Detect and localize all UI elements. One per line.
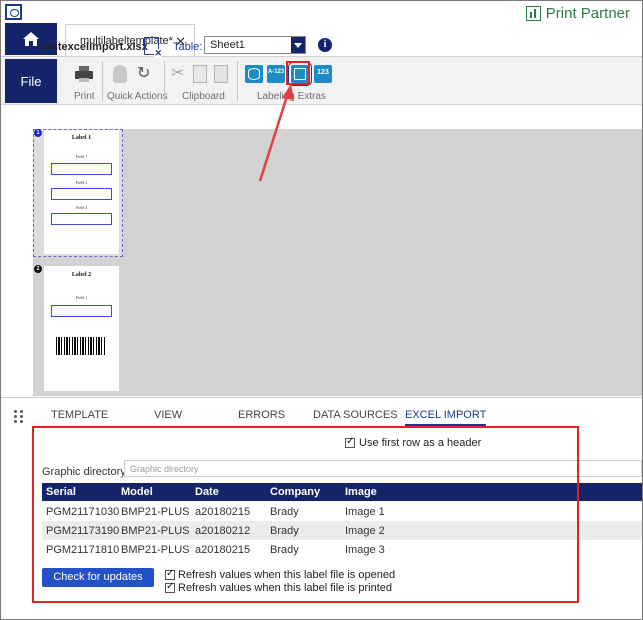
column-header[interactable]: Model bbox=[121, 486, 153, 498]
home-icon bbox=[23, 32, 39, 46]
tab-template[interactable]: TEMPLATE bbox=[51, 409, 108, 421]
refresh-opened-checkbox[interactable] bbox=[165, 568, 175, 580]
field-box[interactable] bbox=[51, 188, 112, 200]
cut-icon[interactable]: ✂ bbox=[171, 65, 187, 83]
cell: BMP21-PLUS bbox=[121, 544, 190, 556]
tab-excel-import[interactable]: EXCEL IMPORT bbox=[405, 409, 487, 426]
print-group-label: Print bbox=[74, 91, 95, 102]
excel-import-icon[interactable] bbox=[288, 62, 312, 86]
tab-data-sources[interactable]: DATA SOURCES bbox=[313, 409, 398, 421]
use-header-checkbox[interactable] bbox=[345, 436, 355, 448]
graphic-directory-label: Graphic directory: bbox=[42, 466, 129, 478]
cell: Brady bbox=[270, 506, 299, 518]
cell: Image 2 bbox=[345, 525, 385, 537]
brand-chart-icon bbox=[525, 6, 541, 21]
cell: Image 3 bbox=[345, 544, 385, 556]
database-icon[interactable] bbox=[245, 65, 263, 83]
divider bbox=[237, 61, 238, 101]
app-logo-icon bbox=[5, 4, 22, 20]
label-2-badge: 2 bbox=[34, 265, 42, 273]
refresh-printed-checkbox[interactable] bbox=[165, 581, 175, 593]
label-2[interactable]: Label 2 Field 1 bbox=[44, 266, 119, 391]
refresh-opened-label: Refresh values when this label file is o… bbox=[178, 569, 396, 581]
divider bbox=[102, 61, 103, 101]
field-box[interactable] bbox=[51, 305, 112, 317]
divider bbox=[164, 61, 165, 101]
label-title: Label 1 bbox=[71, 135, 92, 141]
column-header[interactable]: Company bbox=[270, 486, 320, 498]
clipboard-group-label: Clipboard bbox=[182, 91, 225, 102]
use-header-label: Use first row as a header bbox=[359, 437, 482, 449]
cell: PGM21171810 bbox=[46, 544, 120, 556]
check-for-updates-button[interactable]: Check for updates bbox=[42, 568, 154, 587]
tab-errors[interactable]: ERRORS bbox=[238, 409, 285, 421]
app-window: Print Partner multilabeltemplate* ✕ File… bbox=[0, 0, 643, 620]
canvas-ruler bbox=[1, 106, 642, 129]
field-label: Field 2 bbox=[75, 180, 88, 185]
field-box[interactable] bbox=[51, 213, 112, 225]
quick-action-hand-icon[interactable] bbox=[113, 65, 127, 83]
remove-excel-file-icon[interactable] bbox=[144, 37, 162, 58]
cell: BMP21-PLUS bbox=[121, 506, 190, 518]
serialize-icon[interactable]: A-123 bbox=[267, 65, 285, 83]
table-row[interactable]: PGM21173190 BMP21-PLUS a20180212 Brady I… bbox=[42, 521, 642, 540]
column-header[interactable]: Date bbox=[195, 486, 219, 498]
tab-view[interactable]: VIEW bbox=[154, 409, 182, 421]
cell: PGM21173190 bbox=[46, 525, 120, 537]
print-icon[interactable] bbox=[75, 66, 93, 82]
cell: BMP21-PLUS bbox=[121, 525, 190, 537]
cell: a20180212 bbox=[195, 525, 251, 537]
label-title: Label 2 bbox=[71, 272, 92, 278]
cell: a20180215 bbox=[195, 506, 251, 518]
table-row[interactable]: PGM21171810 BMP21-PLUS a20180215 Brady I… bbox=[42, 540, 642, 559]
column-header[interactable]: Serial bbox=[46, 486, 76, 498]
import-grid-header: Serial Model Date Company Image bbox=[42, 483, 642, 501]
label-1-badge: 1 bbox=[34, 129, 42, 137]
quick-actions-group-label: Quick Actions bbox=[107, 91, 168, 102]
field-label: Field 1 bbox=[75, 295, 88, 300]
ribbon: File Print ↻ Quick Actions ✂ Clipboard A… bbox=[1, 57, 642, 105]
quick-action-redo-icon[interactable]: ↻ bbox=[137, 65, 151, 83]
graphic-directory-input[interactable] bbox=[124, 460, 642, 477]
sheet-select-value: Sheet1 bbox=[210, 39, 245, 51]
cell: Brady bbox=[270, 525, 299, 537]
paste-icon[interactable] bbox=[214, 65, 228, 83]
field-label: Field 3 bbox=[75, 205, 88, 210]
copy-icon[interactable] bbox=[193, 65, 207, 83]
chevron-down-icon bbox=[291, 37, 305, 53]
sheet-select[interactable]: Sheet1 bbox=[204, 36, 306, 54]
brand: Print Partner bbox=[525, 5, 630, 22]
field-box[interactable] bbox=[51, 163, 112, 175]
labeling-extras-group-label: Labeling Extras bbox=[257, 91, 326, 102]
refresh-printed-label: Refresh values when this label file is p… bbox=[178, 582, 393, 594]
file-button[interactable]: File bbox=[5, 59, 57, 103]
cell: a20180215 bbox=[195, 544, 251, 556]
drag-grip-icon[interactable] bbox=[14, 410, 24, 424]
cell: Image 1 bbox=[345, 506, 385, 518]
table-label: Table: bbox=[173, 41, 203, 53]
brand-name: Print Partner bbox=[545, 5, 630, 22]
excel-file-name: testexcelimport.xlsx bbox=[42, 41, 148, 53]
canvas-margin bbox=[1, 129, 33, 396]
counter-icon[interactable]: 123 bbox=[314, 65, 332, 83]
cell: Brady bbox=[270, 544, 299, 556]
canvas-background bbox=[33, 129, 642, 396]
info-icon[interactable]: i bbox=[318, 38, 332, 52]
field-label: Field 1 bbox=[75, 154, 88, 159]
column-header[interactable]: Image bbox=[345, 486, 377, 498]
table-row[interactable]: PGM21171030 BMP21-PLUS a20180215 Brady I… bbox=[42, 502, 642, 521]
cell: PGM21171030 bbox=[46, 506, 120, 518]
label-1[interactable]: Label 1 Field 1 Field 2 Field 3 bbox=[44, 130, 119, 254]
barcode[interactable] bbox=[56, 337, 106, 355]
